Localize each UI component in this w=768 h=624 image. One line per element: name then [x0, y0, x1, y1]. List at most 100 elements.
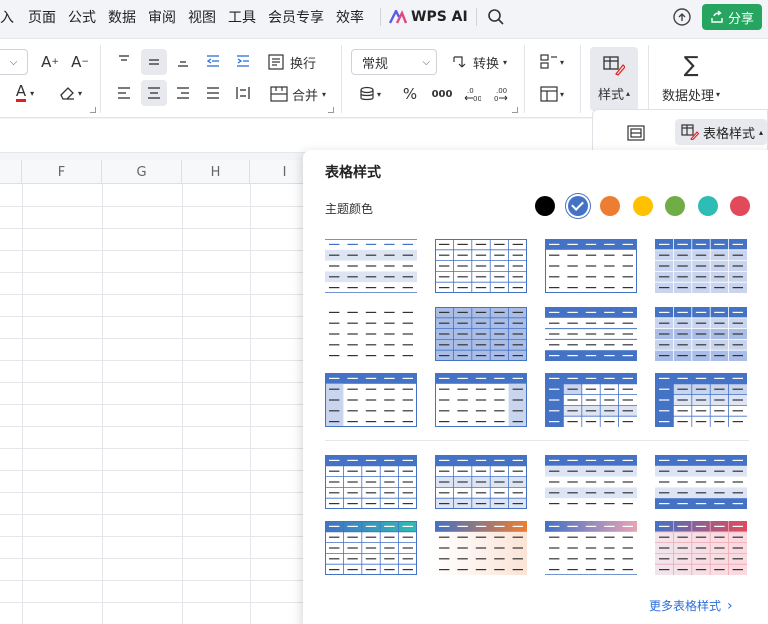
menu-review[interactable]: 审阅	[148, 7, 184, 27]
theme-color-swatch-black[interactable]	[535, 196, 555, 216]
table-style-option[interactable]	[655, 307, 747, 361]
convert-button[interactable]: 转换 ▾	[446, 49, 512, 75]
table-style-button[interactable]: 表格样式 ▴	[675, 119, 767, 145]
style-button[interactable]: 样式 ▴	[590, 47, 638, 111]
grid-column-line	[250, 184, 251, 624]
menu-formula[interactable]: 公式	[68, 7, 104, 27]
table-style-option[interactable]	[545, 455, 637, 509]
align-middle-button[interactable]	[141, 49, 167, 75]
table-style-option[interactable]	[655, 455, 747, 509]
table-style-option[interactable]	[545, 373, 637, 427]
merge-button[interactable]: 合并 ▾	[263, 81, 333, 107]
table-style-option[interactable]	[655, 373, 747, 427]
data-process-button[interactable]: ∑ 数据处理 ▾	[654, 47, 728, 111]
cloud-upload-icon[interactable]	[672, 7, 692, 27]
number-format-value: 常规	[362, 56, 389, 72]
table-layout-icon	[627, 125, 645, 141]
table-style-preview	[655, 373, 747, 427]
thousands-separator-button[interactable]: 000	[428, 81, 456, 107]
currency-button[interactable]: ▾	[354, 81, 386, 107]
share-button[interactable]: 分享	[702, 4, 762, 30]
align-bottom-button[interactable]	[171, 49, 195, 73]
menu-bar: 入 页面 公式 数据 审阅 视图 工具 会员专享 效率 WPS AI 分享	[0, 0, 768, 34]
align-right-button[interactable]	[171, 81, 195, 105]
wps-ai-button[interactable]: WPS AI	[389, 9, 468, 25]
distribute-button[interactable]	[231, 81, 255, 105]
table-style-option[interactable]	[325, 239, 417, 293]
theme-color-swatch-green[interactable]	[665, 196, 685, 216]
align-top-button[interactable]	[112, 49, 136, 73]
number-format-select[interactable]: 常规 ⌵	[351, 49, 437, 75]
table-style-option[interactable]	[655, 239, 747, 293]
table-style-option[interactable]	[545, 521, 637, 575]
table-style-option[interactable]	[325, 373, 417, 427]
column-header-e[interactable]	[0, 160, 22, 184]
font-color-button[interactable]: A ▾	[8, 81, 42, 105]
table-style-option[interactable]	[435, 307, 527, 361]
align-left-button[interactable]	[112, 81, 136, 105]
column-header-f[interactable]: F	[22, 160, 102, 184]
table-style-option[interactable]	[545, 239, 637, 293]
table-style-option[interactable]	[545, 307, 637, 361]
worksheet-button[interactable]: ▾	[534, 81, 570, 107]
table-style-preview	[545, 521, 637, 575]
percent-button[interactable]: %	[398, 81, 422, 107]
more-table-styles-link[interactable]: 更多表格样式 ›	[649, 597, 733, 614]
table-style-option[interactable]	[325, 521, 417, 575]
theme-color-swatch-blue[interactable]	[567, 196, 588, 216]
theme-color-swatch-orange[interactable]	[600, 196, 620, 216]
column-header-g[interactable]: G	[102, 160, 182, 184]
table-style-preview	[655, 307, 747, 361]
menu-insert[interactable]: 入	[0, 7, 22, 27]
decrease-decimal-button[interactable]: .00 0	[490, 81, 514, 107]
share-icon	[711, 10, 723, 23]
data-process-label: 数据处理	[661, 88, 714, 104]
menu-efficiency[interactable]: 效率	[336, 7, 372, 27]
wrap-text-button[interactable]: 换行	[263, 49, 321, 75]
row-column-button[interactable]: ▾	[534, 49, 570, 75]
clear-format-button[interactable]: ▾	[52, 81, 88, 105]
chevron-down-icon: ▾	[376, 89, 381, 99]
grid-column-line	[182, 184, 183, 624]
table-style-option[interactable]	[435, 455, 527, 509]
justify-button[interactable]	[201, 81, 225, 105]
section-divider	[325, 440, 749, 441]
theme-color-swatch-red[interactable]	[730, 196, 750, 216]
chevron-down-icon: ⌵	[422, 56, 430, 68]
menu-page[interactable]: 页面	[28, 7, 64, 27]
table-layout-button[interactable]	[621, 120, 651, 146]
align-center-button[interactable]	[141, 80, 167, 106]
group-expand-icon[interactable]	[512, 107, 518, 113]
column-header-h[interactable]: H	[182, 160, 250, 184]
table-style-preview	[325, 373, 417, 427]
table-style-option[interactable]	[435, 521, 527, 575]
group-expand-icon[interactable]	[328, 107, 334, 113]
style-label: 样式	[597, 87, 624, 103]
increase-decimal-icon: .000	[464, 87, 481, 102]
menu-member[interactable]: 会员专享	[268, 7, 332, 27]
table-style-option[interactable]	[435, 373, 527, 427]
increase-indent-button[interactable]	[231, 49, 255, 73]
search-icon[interactable]	[487, 8, 505, 26]
menu-data[interactable]: 数据	[108, 7, 144, 27]
increase-font-button[interactable]: A +	[38, 51, 62, 73]
menu-tools[interactable]: 工具	[228, 7, 264, 27]
decrease-indent-button[interactable]	[201, 49, 225, 73]
style-label-wrap: 样式 ▴	[598, 84, 630, 103]
theme-color-swatch-gold[interactable]	[632, 196, 653, 216]
chevron-right-icon: ›	[727, 597, 733, 614]
decrease-font-button[interactable]: A −	[68, 51, 92, 73]
table-style-option[interactable]	[435, 239, 527, 293]
table-style-option[interactable]	[655, 521, 747, 575]
decrease-decimal-icon: .000	[494, 87, 508, 102]
table-style-preview	[325, 239, 417, 293]
menu-view[interactable]: 视图	[188, 7, 224, 27]
font-size-dropdown[interactable]: ⌵	[0, 49, 28, 75]
theme-color-label: 主题颜色	[325, 202, 374, 216]
table-style-option[interactable]	[325, 307, 417, 361]
group-expand-icon[interactable]	[90, 107, 96, 113]
table-style-option[interactable]	[325, 455, 417, 509]
increase-decimal-button[interactable]: .0 00	[460, 81, 484, 107]
align-middle-icon	[149, 59, 159, 65]
theme-color-swatch-teal[interactable]	[697, 196, 718, 216]
